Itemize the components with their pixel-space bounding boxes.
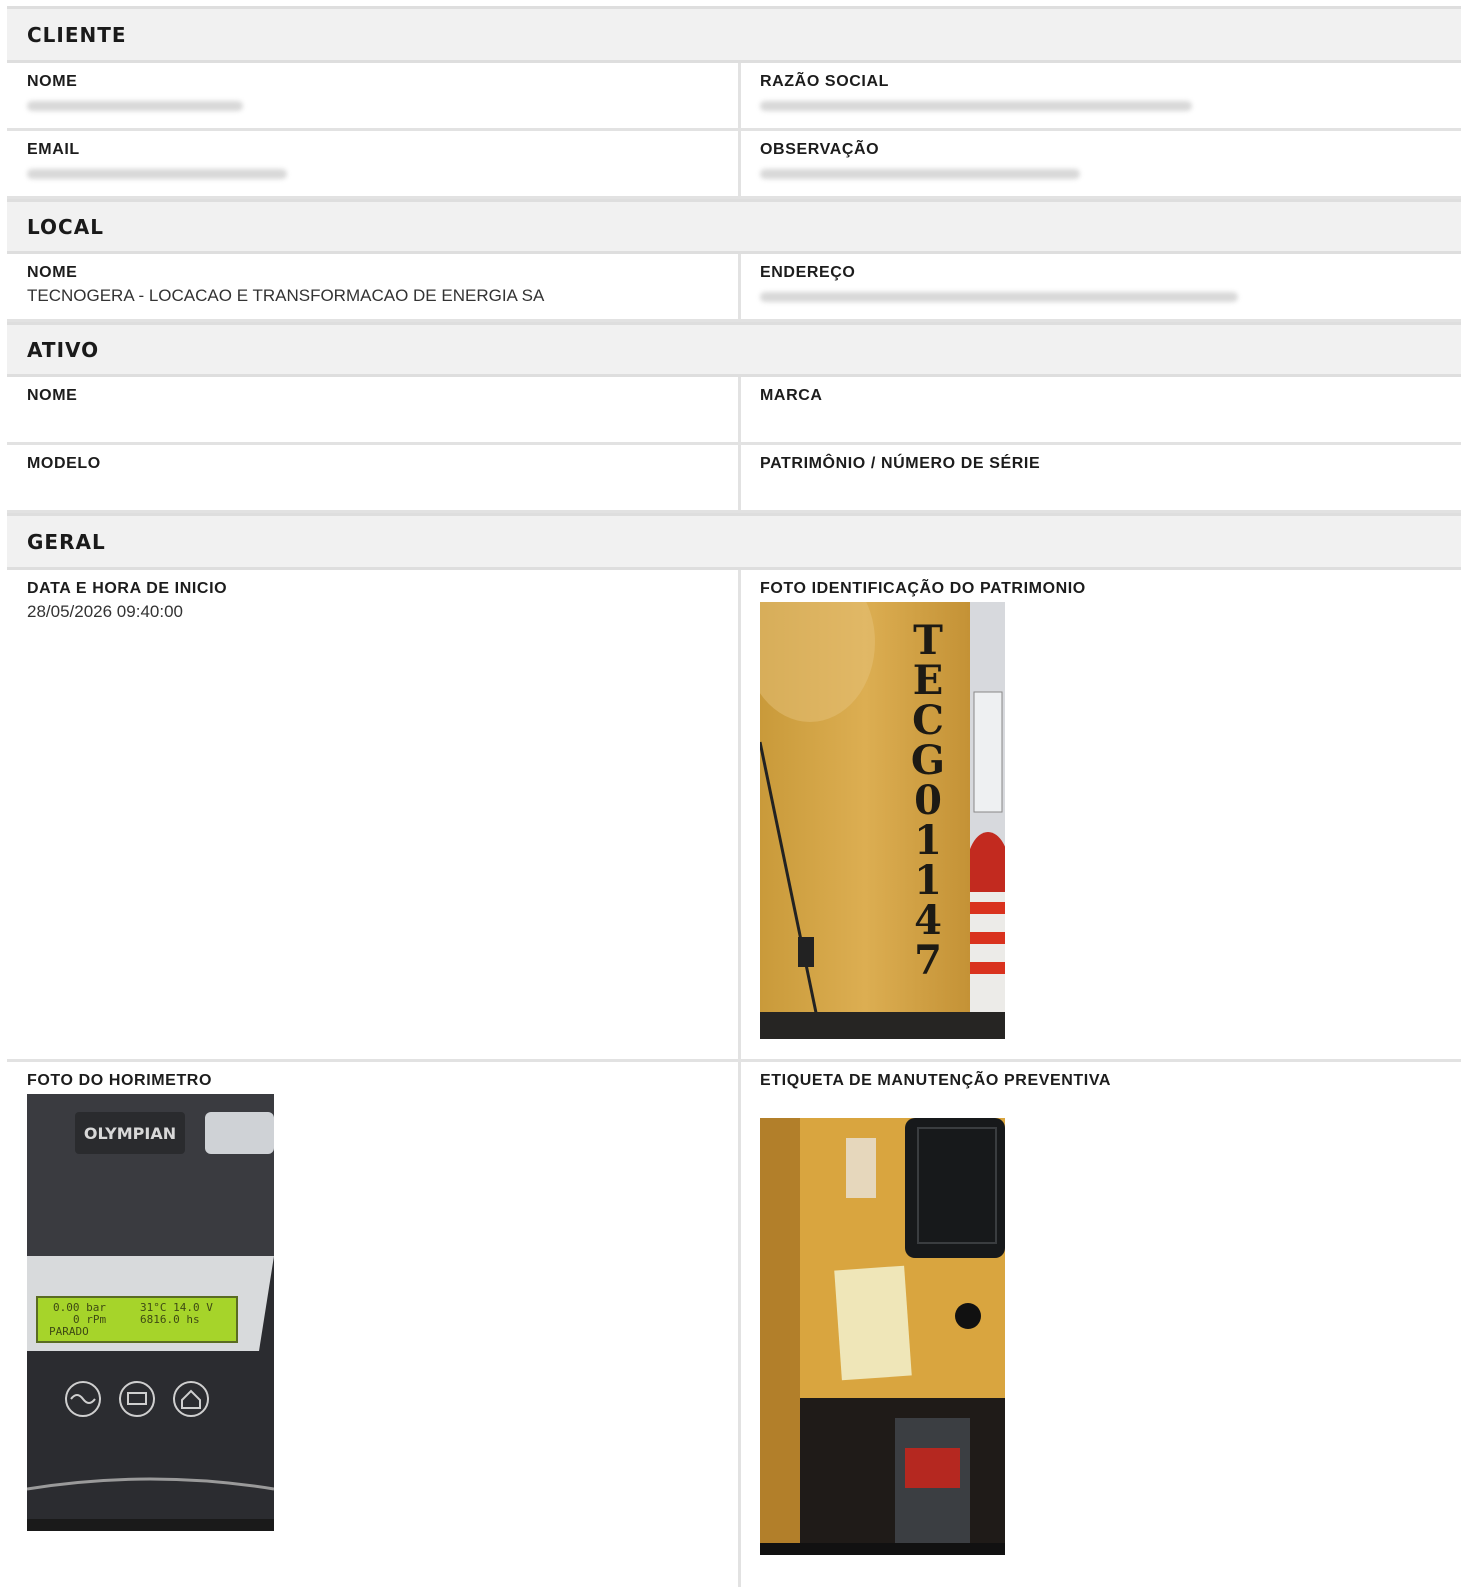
horimetro-photo[interactable]: OLYMPIAN 0.00 bar 31°C 14.0 V 0 rPm 6816… — [27, 1094, 274, 1531]
field-label: NOME — [27, 264, 78, 281]
field-label: FOTO DO HORIMETRO — [27, 1072, 213, 1089]
geral-inicio-cell: DATA E HORA DE INICIO 28/05/2026 09:40:0… — [7, 570, 738, 1059]
section-title: GERAL — [27, 529, 106, 554]
etiqueta-photo[interactable] — [760, 1118, 1005, 1555]
field-label: NOME — [27, 73, 78, 90]
redacted-value — [760, 101, 1192, 111]
ativo-patrimonio-cell: PATRIMÔNIO / NÚMERO DE SÉRIE — [738, 445, 1461, 510]
geral-foto-patrimonio-cell: FOTO IDENTIFICAÇÃO DO PATRIMONIO T E C G… — [738, 570, 1461, 1059]
ativo-marca-cell: MARCA — [738, 377, 1461, 442]
ativo-nome-cell: NOME — [7, 377, 738, 442]
geral-row-2: FOTO DO HORIMETRO OLYMPIAN 0.00 bar 31°C… — [7, 1062, 1461, 1587]
field-label: ENDEREÇO — [760, 264, 856, 281]
ativo-row-2: MODELO PATRIMÔNIO / NÚMERO DE SÉRIE — [7, 445, 1461, 513]
field-label: RAZÃO SOCIAL — [760, 73, 889, 90]
field-value: 28/05/2026 09:40:00 — [27, 602, 183, 621]
cliente-razao-cell: RAZÃO SOCIAL — [738, 63, 1461, 128]
section-title: ATIVO — [27, 337, 100, 362]
field-label: MODELO — [27, 455, 101, 472]
redacted-value — [760, 292, 1238, 302]
redacted-value — [760, 169, 1080, 179]
field-label: EMAIL — [27, 141, 80, 158]
field-label: NOME — [27, 387, 78, 404]
local-row: NOME TECNOGERA - LOCACAO E TRANSFORMACAO… — [7, 254, 1461, 322]
field-label: PATRIMÔNIO / NÚMERO DE SÉRIE — [760, 455, 1041, 472]
lcd-text: PARADO — [49, 1325, 89, 1338]
ativo-row-1: NOME MARCA — [7, 377, 1461, 445]
redacted-value — [27, 101, 243, 111]
cliente-nome-cell: NOME — [7, 63, 738, 128]
local-endereco-cell: ENDEREÇO — [738, 254, 1461, 319]
stencil-letter: 7 — [914, 937, 942, 984]
field-label: ETIQUETA DE MANUTENÇÃO PREVENTIVA — [760, 1072, 1112, 1089]
section-title: LOCAL — [27, 214, 104, 239]
field-label: FOTO IDENTIFICAÇÃO DO PATRIMONIO — [760, 580, 1086, 597]
local-nome-cell: NOME TECNOGERA - LOCACAO E TRANSFORMACAO… — [7, 254, 738, 319]
section-header-local: LOCAL — [7, 199, 1461, 254]
geral-foto-horimetro-cell: FOTO DO HORIMETRO OLYMPIAN 0.00 bar 31°C… — [7, 1062, 738, 1587]
ativo-modelo-cell: MODELO — [7, 445, 738, 510]
section-title: CLIENTE — [27, 22, 127, 47]
field-label: MARCA — [760, 387, 823, 404]
lcd-text: 6816.0 hs — [140, 1313, 200, 1326]
cliente-obs-cell: OBSERVAÇÃO — [738, 131, 1461, 196]
patrimonio-photo[interactable]: TECG01147 — [760, 602, 1005, 1039]
section-header-ativo: ATIVO — [7, 322, 1461, 377]
cliente-row-1: NOME RAZÃO SOCIAL — [7, 63, 1461, 131]
section-header-geral: GERAL — [7, 513, 1461, 570]
cliente-email-cell: EMAIL — [7, 131, 738, 196]
brand-text: OLYMPIAN — [84, 1124, 176, 1143]
report-page: CLIENTE NOME RAZÃO SOCIAL EMAIL OBSERVAÇ… — [7, 6, 1461, 1587]
geral-etiqueta-cell: ETIQUETA DE MANUTENÇÃO PREVENTIVA — [738, 1062, 1461, 1587]
geral-row-1: DATA E HORA DE INICIO 28/05/2026 09:40:0… — [7, 570, 1461, 1062]
field-value: TECNOGERA - LOCACAO E TRANSFORMACAO DE E… — [27, 286, 545, 305]
cliente-row-2: EMAIL OBSERVAÇÃO — [7, 131, 1461, 199]
field-label: OBSERVAÇÃO — [760, 141, 880, 158]
field-label: DATA E HORA DE INICIO — [27, 580, 228, 597]
section-header-cliente: CLIENTE — [7, 6, 1461, 63]
redacted-value — [27, 169, 287, 179]
